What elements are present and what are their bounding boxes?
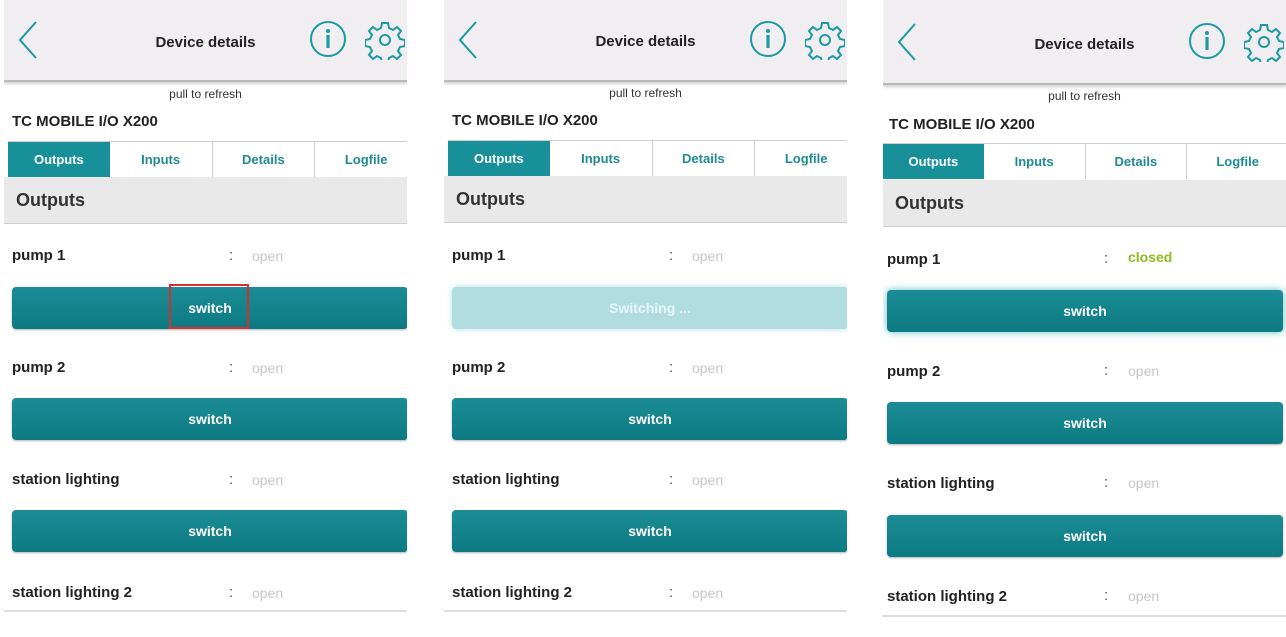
- output-name: pump 1: [12, 247, 66, 264]
- tab-details[interactable]: Details: [1086, 144, 1188, 179]
- tab-logfile[interactable]: Logfile: [755, 141, 847, 176]
- divider: [883, 615, 1286, 617]
- pull-to-refresh-hint: pull to refresh: [169, 87, 242, 101]
- screen-panel-3: Device details pull to refresh TC MOBILE…: [883, 0, 1286, 637]
- separator-colon: :: [1104, 587, 1109, 604]
- separator-colon: :: [669, 471, 674, 488]
- section-header: Outputs: [4, 177, 407, 224]
- switch-button[interactable]: switch: [12, 398, 407, 440]
- output-name: station lighting 2: [452, 584, 572, 601]
- output-name: pump 1: [887, 251, 941, 268]
- switch-button[interactable]: switch: [887, 402, 1283, 444]
- switch-button[interactable]: switch: [12, 510, 407, 552]
- output-name: pump 2: [887, 363, 941, 380]
- tab-inputs[interactable]: Inputs: [110, 142, 213, 177]
- separator-colon: :: [229, 584, 234, 601]
- output-status: open: [252, 472, 284, 488]
- output-status-closed: closed: [1128, 249, 1173, 265]
- switch-button[interactable]: switch: [452, 510, 847, 552]
- gear-icon[interactable]: [805, 20, 845, 60]
- tab-outputs[interactable]: Outputs: [448, 141, 550, 176]
- tab-logfile[interactable]: Logfile: [1187, 144, 1286, 179]
- gear-icon[interactable]: [365, 20, 405, 60]
- section-title: Outputs: [895, 193, 964, 213]
- separator-colon: :: [669, 247, 674, 264]
- app-header: Device details: [444, 0, 847, 82]
- output-name: station lighting: [12, 471, 120, 488]
- click-highlight-box: [169, 284, 249, 329]
- output-status: open: [692, 360, 724, 376]
- switching-button[interactable]: Switching ...: [452, 287, 847, 329]
- switch-button[interactable]: switch: [887, 515, 1283, 557]
- device-name: TC MOBILE I/O X200: [12, 113, 158, 130]
- tab-outputs[interactable]: Outputs: [8, 142, 110, 177]
- divider: [4, 610, 407, 612]
- info-icon[interactable]: [1188, 22, 1226, 60]
- tab-inputs[interactable]: Inputs: [550, 141, 653, 176]
- tab-details[interactable]: Details: [213, 142, 316, 177]
- output-status: open: [692, 585, 724, 601]
- separator-colon: :: [229, 471, 234, 488]
- output-status: open: [692, 248, 724, 264]
- switch-button[interactable]: switch: [887, 290, 1283, 332]
- screen-panel-1: Device details pull to refresh TC MOBILE…: [4, 0, 407, 637]
- output-name: station lighting 2: [12, 584, 132, 601]
- output-name: station lighting: [452, 471, 560, 488]
- tab-inputs[interactable]: Inputs: [984, 144, 1086, 179]
- output-status: open: [252, 248, 284, 264]
- info-icon[interactable]: [309, 20, 347, 58]
- separator-colon: :: [1104, 250, 1109, 267]
- output-name: station lighting: [887, 475, 995, 492]
- divider: [444, 610, 847, 612]
- section-header: Outputs: [883, 180, 1286, 227]
- tab-bar: Outputs Inputs Details Logfile: [883, 143, 1286, 179]
- device-name: TC MOBILE I/O X200: [452, 112, 598, 129]
- output-status: open: [1128, 475, 1160, 491]
- tab-details[interactable]: Details: [653, 141, 756, 176]
- screen-panel-2: Device details pull to refresh TC MOBILE…: [444, 0, 847, 637]
- pull-to-refresh-hint: pull to refresh: [1048, 89, 1121, 103]
- output-name: station lighting 2: [887, 588, 1007, 605]
- output-status: open: [692, 472, 724, 488]
- tab-bar: Outputs Inputs Details Logfile: [8, 141, 407, 177]
- section-header: Outputs: [444, 176, 847, 223]
- output-name: pump 2: [12, 359, 66, 376]
- switch-button[interactable]: switch: [452, 398, 847, 440]
- output-status: open: [252, 585, 284, 601]
- output-name: pump 2: [452, 359, 506, 376]
- section-title: Outputs: [456, 189, 525, 209]
- separator-colon: :: [229, 247, 234, 264]
- tab-outputs[interactable]: Outputs: [883, 144, 984, 179]
- output-status: open: [1128, 588, 1160, 604]
- separator-colon: :: [1104, 362, 1109, 379]
- tab-bar: Outputs Inputs Details Logfile: [448, 140, 847, 176]
- separator-colon: :: [229, 359, 234, 376]
- section-title: Outputs: [16, 190, 85, 210]
- tab-logfile[interactable]: Logfile: [315, 142, 407, 177]
- app-header: Device details: [4, 0, 407, 82]
- separator-colon: :: [1104, 474, 1109, 491]
- separator-colon: :: [669, 359, 674, 376]
- info-icon[interactable]: [749, 20, 787, 58]
- separator-colon: :: [669, 584, 674, 601]
- output-status: open: [252, 360, 284, 376]
- output-name: pump 1: [452, 247, 506, 264]
- gear-icon[interactable]: [1244, 22, 1284, 62]
- output-status: open: [1128, 363, 1160, 379]
- device-name: TC MOBILE I/O X200: [889, 116, 1035, 133]
- app-header: Device details: [883, 0, 1286, 85]
- pull-to-refresh-hint: pull to refresh: [609, 86, 682, 100]
